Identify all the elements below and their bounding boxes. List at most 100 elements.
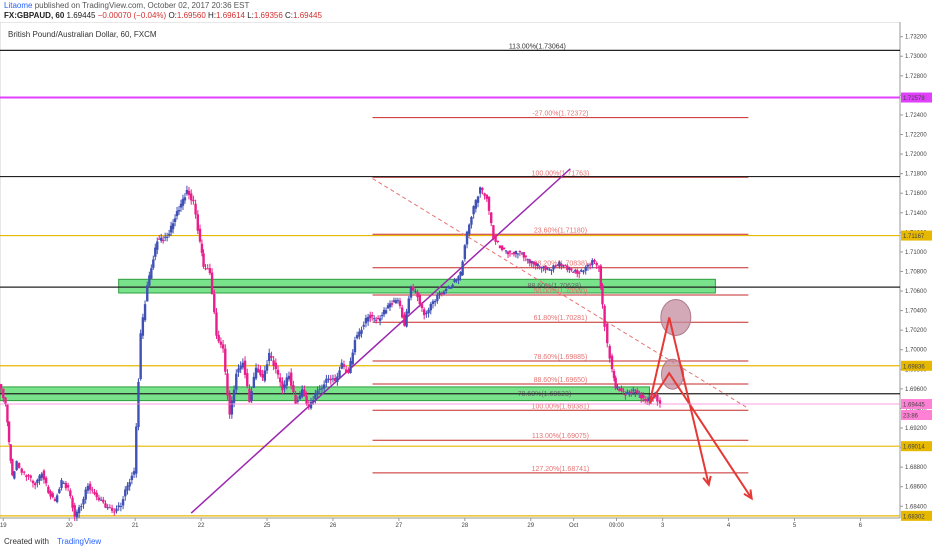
- price-tick-label: 1.72000: [905, 152, 927, 158]
- candle-body: [470, 217, 473, 225]
- candle-body: [62, 482, 65, 484]
- candle-body: [208, 268, 212, 274]
- candle-body: [632, 389, 635, 391]
- candle-body: [4, 397, 7, 404]
- candle-body: [599, 265, 603, 287]
- candle-body: [97, 497, 101, 501]
- candle-body: [252, 376, 256, 388]
- candle-body: [416, 291, 419, 298]
- candle-body: [171, 223, 175, 230]
- candle-body: [274, 362, 278, 370]
- candle-body: [316, 390, 319, 395]
- plot-area: [0, 22, 901, 519]
- candle-body: [325, 378, 328, 383]
- candle-body: [27, 475, 30, 477]
- candle-body: [126, 485, 129, 491]
- candle-body: [276, 369, 280, 375]
- candle-body: [420, 304, 424, 308]
- candle-body: [336, 376, 339, 382]
- candle-body: [300, 389, 304, 397]
- tradingview-logo[interactable]: TradingView: [57, 537, 101, 546]
- price-change: −0.00070 (−0.04%): [97, 11, 167, 20]
- candle-body: [490, 212, 493, 224]
- candle-body: [494, 235, 497, 242]
- candle-body: [185, 189, 189, 194]
- price-tick-label: 1.73000: [905, 54, 927, 60]
- candle-body: [320, 388, 324, 390]
- bar-timer-label: 23:86: [903, 414, 919, 420]
- candle-body: [612, 371, 616, 378]
- candle-body: [250, 391, 253, 401]
- price-tag-label: 1.71167: [903, 234, 925, 240]
- candle-body: [190, 193, 193, 201]
- candle-body: [524, 255, 528, 257]
- price-chart[interactable]: 1.732001.730001.728001.726001.724001.722…: [0, 22, 932, 528]
- price-tick-label: 1.73200: [905, 35, 927, 41]
- candle-body: [73, 505, 76, 517]
- candle-body: [331, 378, 335, 380]
- candle-body: [496, 240, 500, 243]
- candle-body: [294, 395, 297, 404]
- candle-body: [241, 362, 245, 368]
- candle-body: [7, 421, 11, 443]
- candle-body: [504, 250, 508, 252]
- time-tick-label: 3: [661, 523, 665, 528]
- candle-body: [314, 393, 317, 400]
- candle-body: [77, 507, 81, 514]
- candle-body: [121, 499, 125, 506]
- candle-body: [418, 295, 421, 305]
- candle-body: [272, 360, 275, 366]
- candle-body: [25, 475, 28, 478]
- candle-body: [279, 377, 282, 383]
- author-link[interactable]: Litaome: [4, 1, 32, 10]
- candle-body: [403, 314, 406, 326]
- time-tick-label: 4: [727, 523, 731, 528]
- open-label: O:: [168, 11, 177, 20]
- price-tag-label: 1.68302: [903, 514, 925, 520]
- candle-body: [508, 250, 512, 253]
- candle-body: [82, 499, 85, 505]
- candle-body: [305, 395, 308, 405]
- candle-body: [221, 344, 225, 349]
- candle-body: [196, 214, 200, 231]
- candle-body: [270, 356, 273, 358]
- candle-body: [281, 381, 284, 391]
- candle-body: [117, 505, 120, 508]
- candle-body: [156, 241, 159, 250]
- price-tick-label: 1.70600: [905, 289, 927, 295]
- candle-body: [516, 253, 520, 255]
- fib-level-label: -27.00%(1.72372): [532, 111, 588, 118]
- candle-body: [546, 267, 549, 269]
- candle-body: [183, 197, 187, 201]
- candle-body: [358, 331, 361, 337]
- candle-body: [641, 394, 645, 398]
- candle-body: [192, 199, 195, 202]
- candle-body: [307, 404, 310, 407]
- candle-body: [128, 482, 131, 487]
- chart-frame[interactable]: 1.732001.730001.728001.726001.724001.722…: [0, 22, 932, 528]
- candle-body: [173, 218, 177, 222]
- candle-body: [603, 305, 606, 327]
- candle-body: [86, 485, 90, 491]
- candle-body: [409, 287, 413, 298]
- support-zone: [118, 278, 716, 294]
- candle-body: [433, 300, 437, 303]
- candle-body: [360, 329, 363, 334]
- candle-body: [246, 373, 249, 387]
- candle-body: [498, 245, 502, 248]
- candle-body: [338, 370, 341, 377]
- candle-body: [351, 352, 354, 365]
- candle-body: [492, 225, 495, 239]
- candle-body: [340, 362, 343, 369]
- candle-body: [606, 323, 609, 344]
- candle-body: [378, 318, 382, 321]
- candle-body: [226, 373, 229, 396]
- low-label: L:: [247, 11, 254, 20]
- candle-body: [29, 475, 32, 478]
- candle-body: [146, 285, 149, 302]
- candle-body: [290, 372, 293, 386]
- price-tick-label: 1.69200: [905, 426, 927, 432]
- candle-body: [588, 264, 592, 266]
- published-text: published on TradingView.com, October 02…: [34, 1, 250, 10]
- fib-level-label: 61.80%(1.70281): [534, 315, 588, 322]
